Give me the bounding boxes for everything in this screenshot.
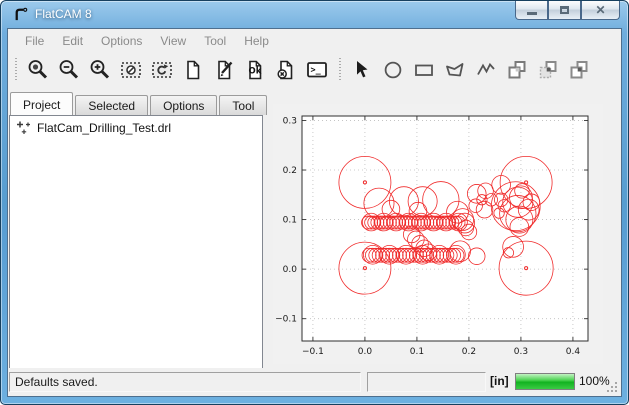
toolbar: Ok >_ — [8, 52, 621, 88]
open-file-button[interactable] — [208, 55, 239, 85]
y-tick-label: 0.2 — [283, 166, 297, 176]
menu-bar: FileEditOptionsViewToolHelp — [8, 29, 621, 52]
tab-project[interactable]: Project — [10, 92, 73, 115]
zoom-out-button[interactable] — [53, 55, 84, 85]
polygon-union-icon — [505, 58, 529, 82]
polygon-subtract-icon — [536, 58, 560, 82]
draw-polygon-button[interactable] — [439, 55, 470, 85]
units-label: [in] — [490, 374, 509, 388]
drill-object-icon — [16, 120, 32, 136]
svg-text:>_: >_ — [310, 66, 321, 76]
toolbar-group-file: Ok >_ — [22, 55, 332, 85]
project-tree-panel[interactable]: FlatCam_Drilling_Test.drl — [9, 115, 263, 369]
delete-file-icon — [274, 58, 298, 82]
tree-item[interactable]: FlatCam_Drilling_Test.drl — [10, 116, 262, 136]
draw-rectangle-button[interactable] — [408, 55, 439, 85]
menu-tool[interactable]: Tool — [195, 31, 235, 51]
save-ok-icon: Ok — [243, 58, 267, 82]
window-controls: ✕ — [515, 1, 620, 20]
menu-options[interactable]: Options — [92, 31, 151, 51]
tab-bar: ProjectSelectedOptionsTool — [10, 93, 269, 115]
status-secondary-panel — [367, 372, 486, 392]
zoom-fit-icon — [26, 58, 50, 82]
tab-tool[interactable]: Tool — [219, 95, 267, 115]
window-title: FlatCAM 8 — [35, 7, 92, 21]
x-tick-label: 0.4 — [566, 347, 581, 357]
x-tick-label: 0.0 — [358, 347, 373, 357]
zoom-fit-button[interactable] — [22, 55, 53, 85]
select-arrow-button[interactable] — [346, 55, 377, 85]
y-tick-label: −0.1 — [275, 315, 297, 325]
draw-circle-icon — [381, 58, 405, 82]
status-message-panel: Defaults saved. — [9, 372, 361, 392]
y-tick-label: 0.0 — [283, 265, 298, 275]
toolbar-drag-handle-2[interactable] — [338, 58, 343, 82]
close-icon: ✕ — [595, 4, 605, 16]
draw-path-button[interactable] — [470, 55, 501, 85]
draw-polygon-icon — [443, 58, 467, 82]
toolbar-drag-handle[interactable] — [14, 58, 19, 82]
x-tick-label: 0.3 — [514, 347, 528, 357]
new-file-button[interactable] — [177, 55, 208, 85]
progress-percent-label: 100% — [579, 374, 610, 388]
replot-button[interactable] — [146, 55, 177, 85]
close-button[interactable]: ✕ — [581, 1, 620, 20]
tab-options[interactable]: Options — [150, 95, 217, 115]
polygon-union-button[interactable] — [501, 55, 532, 85]
status-bar: Defaults saved. [in] 100% — [8, 368, 621, 396]
polygon-intersect-icon — [567, 58, 591, 82]
x-tick-label: 0.1 — [410, 347, 424, 357]
save-ok-button[interactable]: Ok — [239, 55, 270, 85]
status-message: Defaults saved. — [15, 375, 98, 389]
open-file-icon — [212, 58, 236, 82]
zoom-in-button[interactable] — [84, 55, 115, 85]
client-area: FileEditOptionsViewToolHelp Ok>_ Project… — [7, 28, 622, 397]
select-arrow-icon — [350, 58, 374, 82]
toolbar-group-geometry — [346, 55, 594, 85]
menu-help[interactable]: Help — [235, 31, 278, 51]
clear-plot-icon — [119, 58, 143, 82]
zoom-out-icon — [57, 58, 81, 82]
polygon-subtract-button[interactable] — [532, 55, 563, 85]
resize-grip[interactable] — [615, 390, 617, 392]
maximize-button[interactable] — [548, 1, 581, 20]
new-file-icon — [181, 58, 205, 82]
replot-icon — [150, 58, 174, 82]
y-tick-label: 0.1 — [283, 216, 297, 226]
draw-circle-button[interactable] — [377, 55, 408, 85]
draw-rectangle-icon — [412, 58, 436, 82]
minimize-button[interactable] — [515, 1, 548, 20]
menu-edit[interactable]: Edit — [53, 31, 92, 51]
x-tick-label: 0.2 — [462, 347, 476, 357]
polygon-intersect-button[interactable] — [563, 55, 594, 85]
tab-selected[interactable]: Selected — [75, 95, 148, 115]
delete-file-button[interactable] — [270, 55, 301, 85]
y-tick-label: 0.3 — [283, 116, 297, 126]
title-bar[interactable]: FlatCAM 8 ✕ — [1, 1, 628, 28]
x-tick-label: −0.1 — [302, 347, 324, 357]
minimize-icon — [527, 12, 537, 15]
shell-button[interactable]: >_ — [301, 55, 332, 85]
app-window: FlatCAM 8 ✕ FileEditOptionsViewToolHelp … — [0, 0, 629, 405]
progress-bar — [515, 373, 575, 390]
clear-plot-button[interactable] — [115, 55, 146, 85]
zoom-in-icon — [88, 58, 112, 82]
shell-icon: >_ — [305, 58, 329, 82]
progress-bar-fill — [516, 374, 574, 389]
maximize-icon — [560, 6, 569, 14]
flatcam-logo-icon — [12, 6, 29, 23]
tree-item-label: FlatCam_Drilling_Test.drl — [37, 121, 171, 135]
plot-area[interactable]: −0.1 0.0 0.1 0.2 0.3 0.4 −0.1 0.0 0.1 0.2 0.3 — [273, 104, 603, 364]
svg-text:Ok: Ok — [248, 67, 261, 77]
menu-view[interactable]: View — [151, 31, 195, 51]
menu-file[interactable]: File — [16, 31, 53, 51]
plot-canvas[interactable]: −0.1 0.0 0.1 0.2 0.3 0.4 −0.1 0.0 0.1 0.2 0.3 — [273, 104, 603, 362]
draw-path-icon — [474, 58, 498, 82]
